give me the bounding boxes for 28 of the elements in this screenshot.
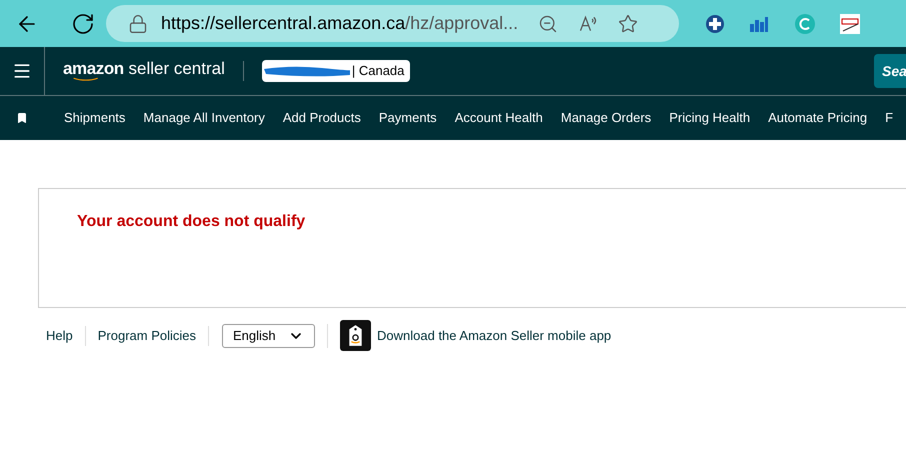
account-selector[interactable]: | Canada	[262, 60, 410, 82]
read-aloud-icon[interactable]	[578, 14, 598, 34]
nav-link[interactable]: Manage Orders	[560, 108, 652, 128]
extension-icon[interactable]	[705, 14, 725, 34]
nav-link[interactable]: Account Health	[454, 108, 543, 128]
url-text: https://sellercentral.amazon.ca/hz/approval...	[161, 12, 518, 35]
extension-icon[interactable]	[840, 14, 860, 34]
logo[interactable]: amazon seller central	[63, 60, 225, 82]
reload-icon[interactable]	[71, 12, 95, 36]
address-bar[interactable]: https://sellercentral.amazon.ca/hz/approval...	[106, 5, 679, 42]
app-download-link[interactable]: Download the Amazon Seller mobile app	[377, 326, 612, 346]
language-select[interactable]: English	[222, 324, 316, 348]
nav-link[interactable]: Add Products	[282, 108, 361, 128]
marketplace-label: | Canada	[352, 62, 404, 80]
nav-link[interactable]: Shipments	[64, 108, 126, 128]
nav-link[interactable]: Manage All Inventory	[143, 108, 265, 128]
footer-link[interactable]: Help	[46, 326, 73, 346]
zoom-out-icon[interactable]	[538, 14, 558, 34]
app-icon[interactable]	[340, 320, 372, 351]
lock-icon	[128, 14, 148, 34]
error-message: Your account does not qualify	[77, 213, 306, 230]
nav-link[interactable]: Pricing Health	[669, 108, 750, 128]
nav-link[interactable]: Automate Pricing	[768, 108, 868, 128]
footer-link[interactable]: Program Policies	[98, 326, 196, 346]
bookmark-icon[interactable]	[16, 112, 28, 124]
nav-link[interactable]: F	[885, 108, 894, 128]
nav-link[interactable]: Payments	[378, 108, 437, 128]
favorite-icon[interactable]	[618, 14, 638, 34]
